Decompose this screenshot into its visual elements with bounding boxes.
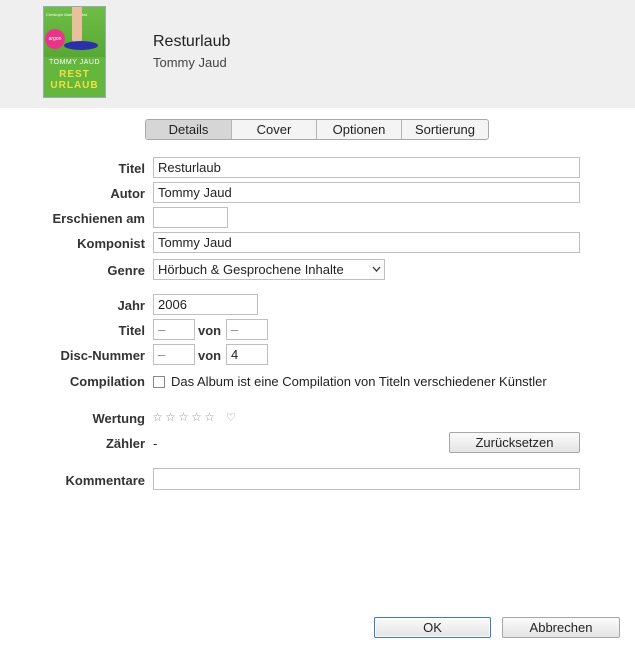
erschienen-label: Erschienen am — [52, 211, 146, 226]
item-artist: Tommy Jaud — [153, 55, 227, 70]
star-icon[interactable]: ☆ — [164, 410, 177, 424]
genre-dropdown-button[interactable] — [369, 259, 385, 280]
cover-label-badge: argon — [45, 29, 65, 49]
chevron-down-icon — [372, 266, 381, 272]
compilation-label: Compilation — [69, 374, 145, 389]
compilation-checkbox[interactable] — [153, 376, 165, 388]
heart-icon[interactable]: ♡ — [226, 411, 238, 425]
album-cover-image: Christoph Maria Herbst argon TOMMY JAUD … — [43, 6, 106, 98]
cancel-button[interactable]: Abbrechen — [502, 617, 620, 638]
kommentare-field[interactable] — [153, 468, 580, 490]
tab-bar: Details Cover Optionen Sortierung — [145, 119, 489, 140]
star-icon[interactable]: ☆ — [203, 410, 216, 424]
jahr-label: Jahr — [117, 298, 145, 313]
track-label: Titel — [118, 323, 146, 338]
ok-button[interactable]: OK — [374, 617, 491, 638]
disc-label: Disc-Nummer — [60, 348, 145, 363]
genre-select[interactable]: Hörbuch & Gesprochene Inhalte — [153, 259, 370, 280]
item-title: Resturlaub — [153, 33, 231, 50]
cover-author-text: TOMMY JAUD — [48, 59, 101, 66]
titel-field[interactable]: Resturlaub — [153, 157, 580, 178]
erschienen-field[interactable] — [153, 207, 228, 228]
reset-button[interactable]: Zurücksetzen — [449, 432, 580, 453]
cover-leg-graphic — [72, 7, 82, 43]
komponist-field[interactable]: Tommy Jaud — [153, 232, 580, 253]
komponist-label: Komponist — [77, 236, 145, 251]
tab-optionen[interactable]: Optionen — [317, 120, 402, 139]
star-icon[interactable]: ☆ — [177, 410, 190, 424]
track-number-field[interactable]: – — [153, 319, 195, 340]
cover-title-line2: URLAUB — [50, 80, 99, 91]
disc-number-field[interactable]: – — [153, 344, 195, 365]
tab-sortierung[interactable]: Sortierung — [402, 120, 488, 139]
autor-field[interactable]: Tommy Jaud — [153, 182, 580, 203]
wertung-label: Wertung — [92, 411, 145, 426]
header-panel: Christoph Maria Herbst argon TOMMY JAUD … — [0, 0, 635, 108]
tab-details[interactable]: Details — [146, 120, 232, 139]
star-icon[interactable]: ☆ — [151, 410, 164, 424]
disc-of-label: von — [198, 348, 222, 363]
track-total-field[interactable]: – — [226, 319, 268, 340]
jahr-field[interactable]: 2006 — [153, 294, 258, 315]
cover-title-line1: REST — [59, 69, 90, 80]
tab-cover[interactable]: Cover — [232, 120, 317, 139]
disc-total-field[interactable]: 4 — [226, 344, 268, 365]
star-icon[interactable]: ☆ — [190, 410, 203, 424]
cover-sandal-graphic — [64, 41, 98, 50]
genre-label: Genre — [107, 263, 145, 278]
autor-label: Autor — [110, 186, 145, 201]
titel-label: Titel — [118, 161, 146, 176]
kommentare-label: Kommentare — [65, 473, 145, 488]
zaehler-label: Zähler — [105, 436, 145, 451]
compilation-checkbox-text[interactable]: Das Album ist eine Compilation von Titel… — [171, 374, 547, 389]
rating-stars[interactable]: ☆ ☆ ☆ ☆ ☆ — [151, 410, 216, 424]
play-count-value: - — [153, 436, 158, 451]
track-of-label: von — [198, 323, 222, 338]
